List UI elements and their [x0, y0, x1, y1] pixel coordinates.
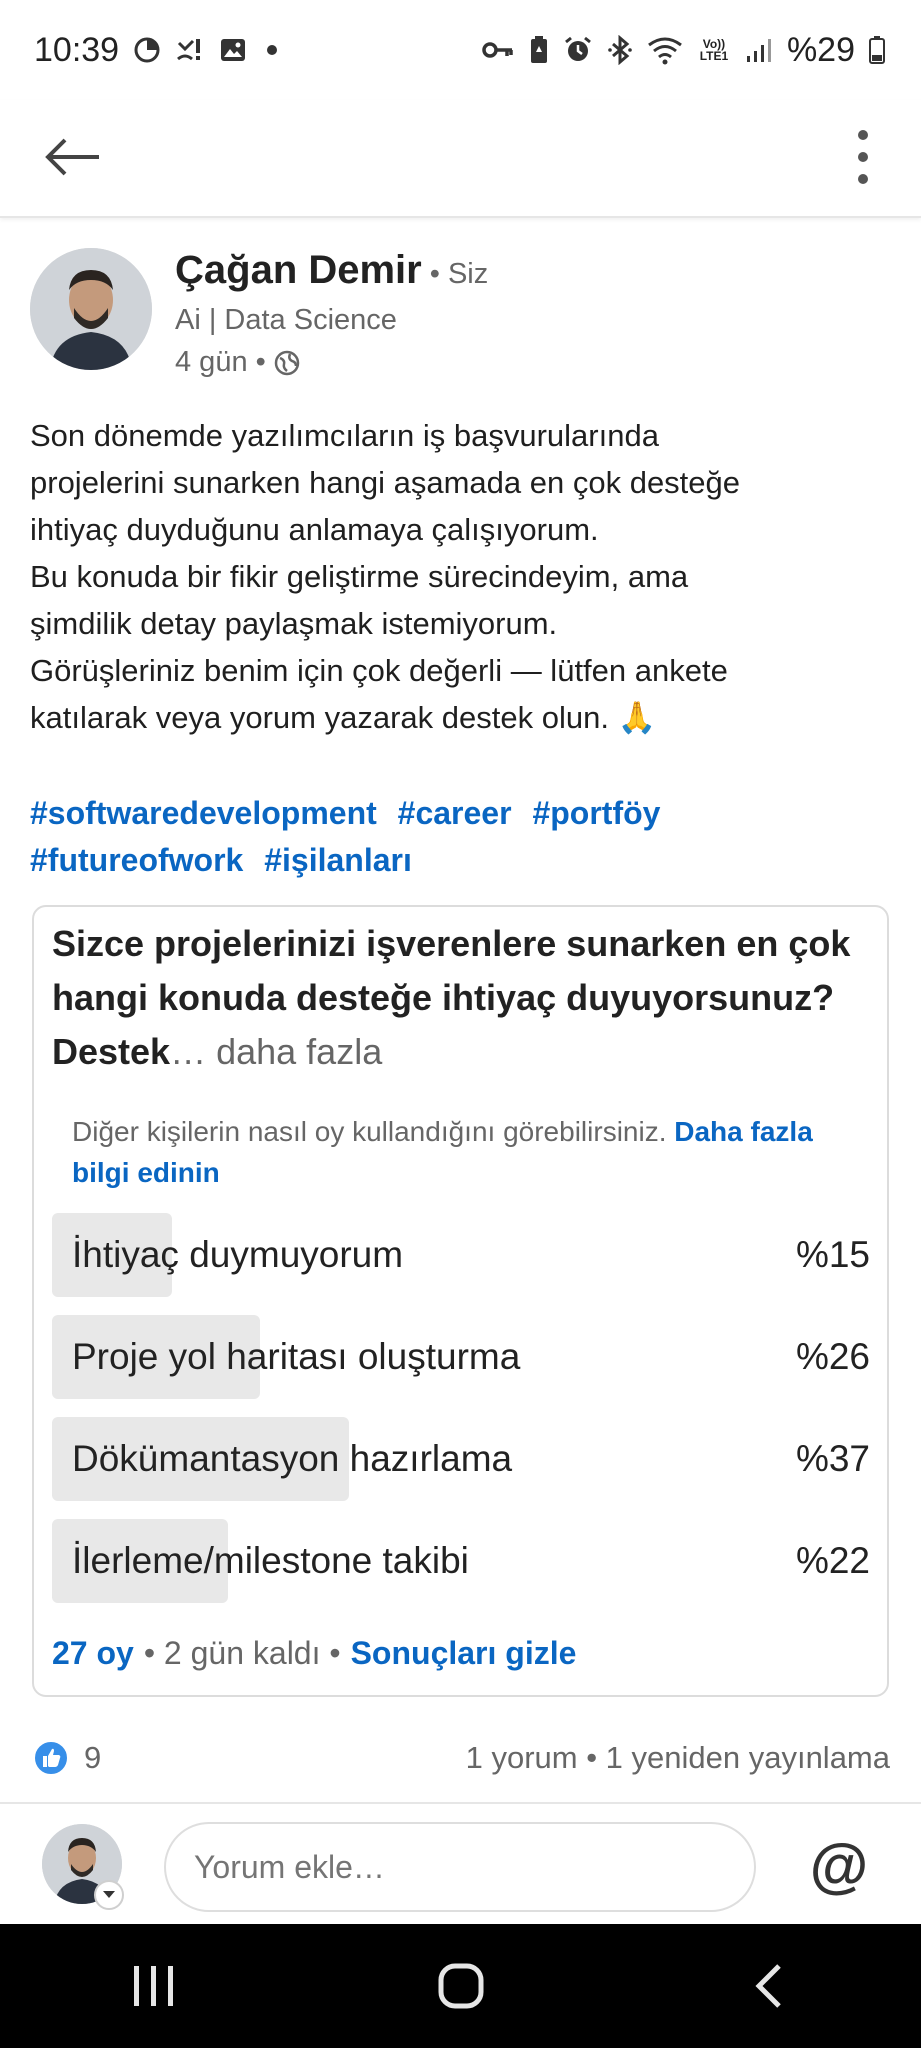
post-line: Bu konuda bir fikir geliştirme sürecinde…: [30, 559, 689, 594]
poll-option-percent: %15: [795, 1234, 870, 1275]
author-name-row: Çağan Demir • Siz: [175, 248, 488, 293]
like-count: 9: [84, 1740, 102, 1775]
poll-footer: 27 oy • 2 gün kaldı • Sonuçları gizle: [52, 1635, 576, 1672]
status-left: 10:39: [34, 30, 278, 70]
hide-results-button[interactable]: Sonuçları gizle: [351, 1635, 577, 1672]
recent-apps-button[interactable]: [94, 1946, 214, 2026]
comment-bar: @: [0, 1802, 921, 1924]
hashtag-link[interactable]: #softwaredevelopment: [30, 795, 377, 831]
back-nav-icon: [754, 1964, 781, 2008]
post-time-text: 4 gün •: [175, 346, 266, 378]
globe-icon: [274, 350, 300, 375]
like-icon: [33, 1740, 69, 1776]
dot-icon: [267, 45, 278, 55]
status-bar: 10:39 Vo)) LTE1 %29: [0, 0, 921, 100]
post-time: 4 gün •: [175, 346, 300, 379]
hashtag-link[interactable]: #portföy: [532, 795, 660, 831]
author-headline: Ai | Data Science: [175, 304, 397, 336]
post-line: Görüşleriniz benim için çok değerli — lü…: [30, 653, 728, 688]
bluetooth-icon: [607, 35, 633, 65]
data-saver-icon: [133, 36, 161, 64]
wifi-icon: [647, 35, 683, 65]
key-icon: [481, 38, 515, 62]
poll-notice-text: Diğer kişilerin nasıl oy kullandığını gö…: [72, 1116, 667, 1147]
post-line: ihtiyaç duyduğunu anlamaya çalışıyorum.: [30, 512, 599, 547]
actor-switch-button[interactable]: [94, 1880, 124, 1910]
status-time: 10:39: [34, 30, 120, 69]
reaction-count[interactable]: 9: [32, 1739, 101, 1777]
gallery-icon: [219, 36, 247, 64]
poll-option: Dökümantasyon hazırlama %37: [52, 1417, 870, 1501]
hashtag-link[interactable]: #career: [398, 795, 512, 831]
poll-time-left: • 2 gün kaldı •: [143, 1635, 341, 1671]
post-line: katılarak veya yorum yazarak destek olun…: [30, 700, 657, 735]
avatar[interactable]: [30, 248, 152, 370]
poll-option: Proje yol haritası oluşturma %26: [52, 1315, 870, 1399]
hashtag-link[interactable]: #işilanları: [264, 842, 412, 878]
alarm-icon: [563, 35, 593, 65]
post-line: Son dönemde yazılımcıların iş başvurular…: [30, 418, 659, 453]
poll-option-label: Dökümantasyon hazırlama: [72, 1438, 513, 1479]
comment-input[interactable]: [164, 1822, 756, 1912]
post-line: projelerini sunarken hangi aşamada en ço…: [30, 465, 741, 500]
poll-card: Sizce projelerinizi işverenlere sunarken…: [32, 905, 889, 1697]
post-text: Son dönemde yazılımcıların iş başvurular…: [30, 412, 890, 741]
app-bar: [0, 100, 921, 218]
status-right: Vo)) LTE1 %29: [481, 31, 885, 70]
poll-option-label: Proje yol haritası oluşturma: [72, 1336, 521, 1377]
author-name[interactable]: Çağan Demir: [175, 248, 422, 293]
volte-icon: Vo)) LTE1: [697, 38, 731, 62]
arrow-left-icon: [45, 138, 99, 176]
post-author: Çağan Demir • Siz Ai | Data Science 4 gü…: [30, 248, 890, 388]
poll-option-percent: %37: [795, 1438, 870, 1479]
system-nav-bar: [0, 1924, 921, 2048]
signal-icon: [745, 36, 773, 64]
battery-icon: [869, 36, 885, 64]
poll-option-label: İhtiyaç duymuyorum: [72, 1234, 404, 1275]
poll-votes-link[interactable]: 27 oy: [52, 1635, 134, 1672]
recent-apps-icon: [133, 1966, 173, 2006]
battery-saver-icon: [529, 35, 549, 65]
volte-label: Vo)) LTE1: [699, 37, 729, 63]
hashtags: #softwaredevelopment #career #portföy #f…: [30, 790, 890, 884]
author-you-label: • Siz: [429, 258, 489, 290]
chevron-down-icon: [103, 1891, 115, 1898]
mention-button[interactable]: @: [804, 1830, 874, 1900]
poll-option-percent: %26: [795, 1336, 870, 1377]
poll-notice: Diğer kişilerin nasıl oy kullandığını gö…: [72, 1111, 852, 1193]
post-line: şimdilik detay paylaşmak istemiyorum.: [30, 606, 558, 641]
home-button[interactable]: [401, 1946, 521, 2026]
home-icon: [438, 1963, 483, 2009]
comments-reposts-summary[interactable]: 1 yorum • 1 yeniden yayınlama: [466, 1740, 890, 1776]
poll-option: İlerleme/milestone takibi %22: [52, 1519, 870, 1603]
poll-option-label: İlerleme/milestone takibi: [72, 1540, 469, 1581]
missed-call-icon: [175, 35, 205, 65]
poll-option-percent: %22: [795, 1540, 870, 1581]
social-counts: 9 1 yorum • 1 yeniden yayınlama: [32, 1730, 890, 1786]
hashtag-link[interactable]: #futureofwork: [30, 842, 243, 878]
more-options-button[interactable]: [833, 122, 893, 192]
poll-option: İhtiyaç duymuyorum %15: [52, 1213, 870, 1297]
poll-question: Sizce projelerinizi işverenlere sunarken…: [52, 917, 872, 1079]
battery-percent: %29: [786, 30, 855, 69]
more-vertical-icon: [858, 130, 868, 184]
back-button[interactable]: [38, 122, 108, 192]
poll-more-link[interactable]: … daha fazla: [170, 1031, 382, 1072]
poll-options: İhtiyaç duymuyorum %15 Proje yol haritas…: [52, 1213, 870, 1621]
back-nav-button[interactable]: [708, 1946, 828, 2026]
